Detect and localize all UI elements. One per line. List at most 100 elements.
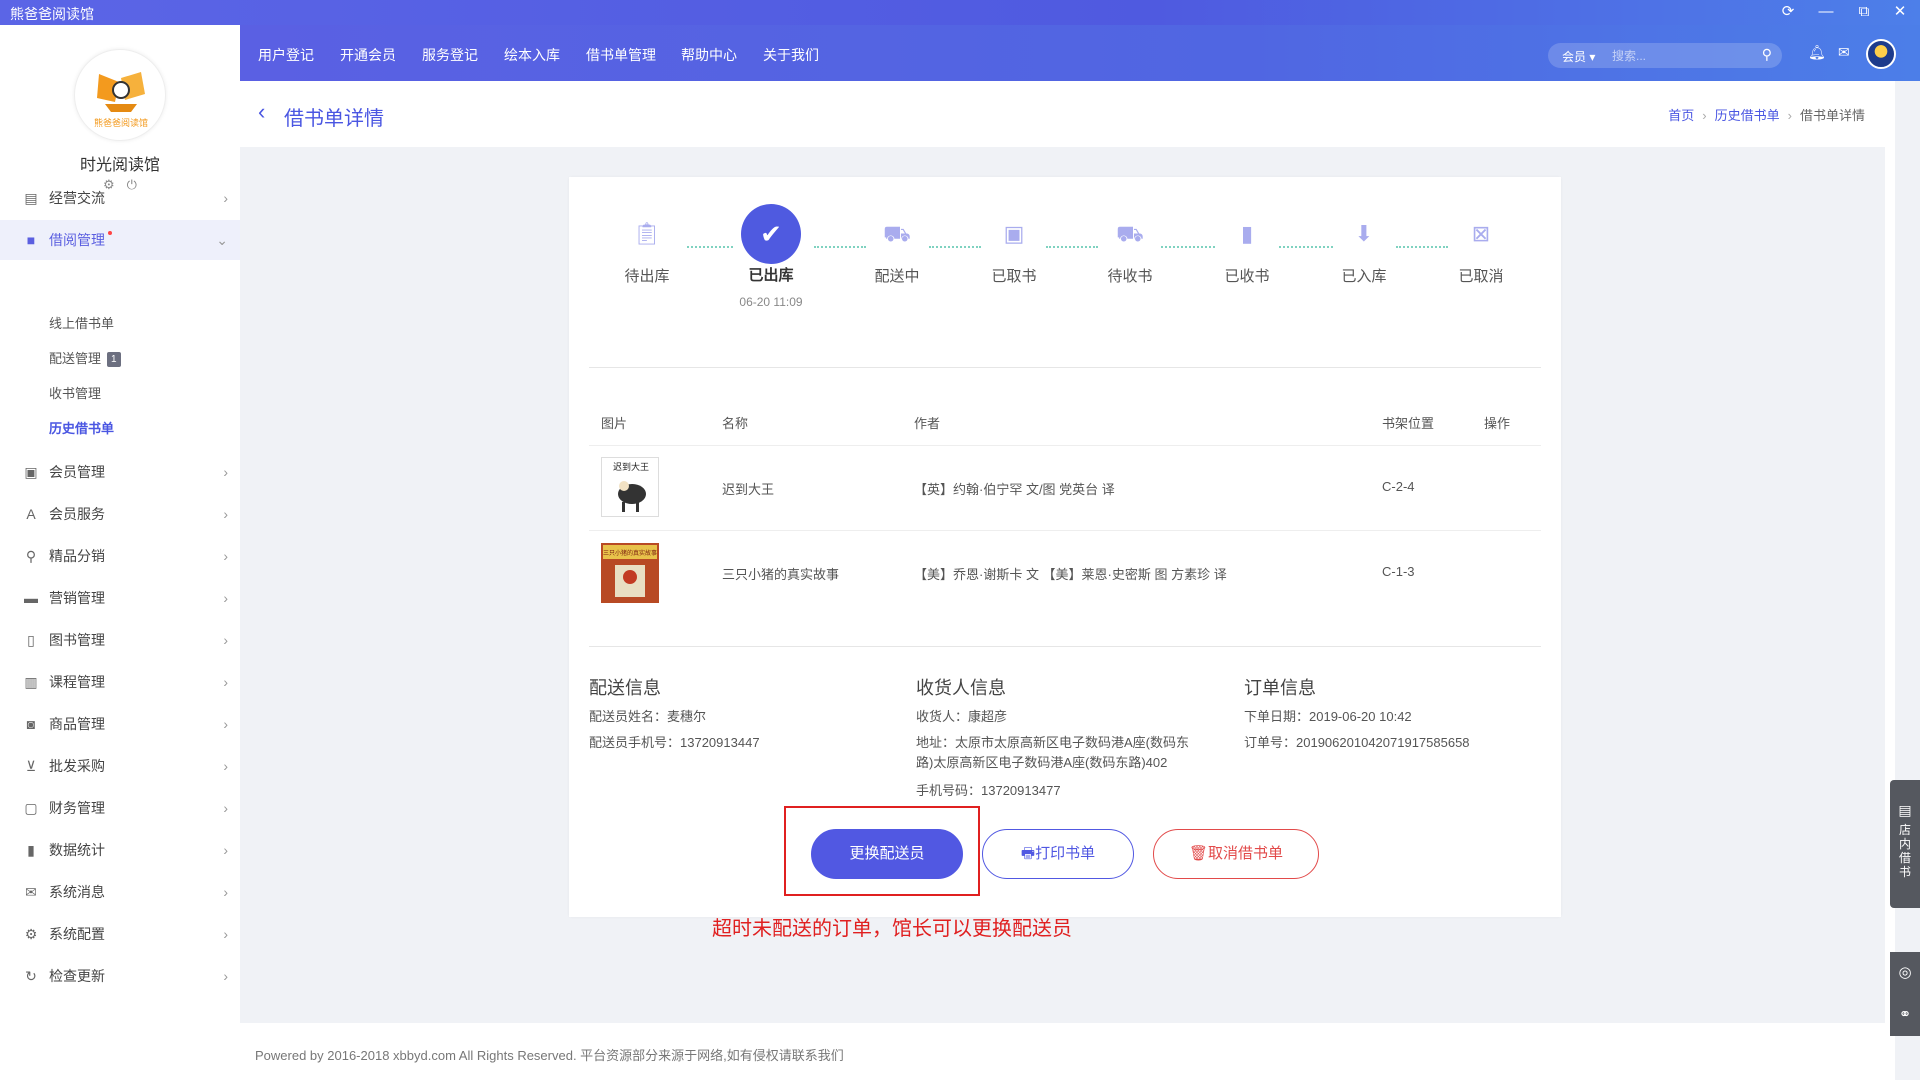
field-value: 20190620104207191758565​8 xyxy=(1296,735,1470,750)
order-detail-card: 📋︎ 待出库 ✔ 已出库 06-20 11:09 ⛟ 配送中 ▣ 已取书 ⛟ 待… xyxy=(569,177,1561,917)
search-input[interactable] xyxy=(1612,46,1742,65)
chevron-right-icon: › xyxy=(223,968,228,984)
truck-icon: ⛟ xyxy=(883,221,911,246)
sidebar-item-products[interactable]: ◙ 商品管理 › xyxy=(0,704,240,744)
sidebar-item-courses[interactable]: ▥ 课程管理 › xyxy=(0,662,240,702)
highlight-box xyxy=(784,806,980,896)
print-order-button[interactable]: 🖶︎打印书单 xyxy=(982,829,1134,879)
sidebar-item-members[interactable]: ▣ 会员管理 › xyxy=(0,452,240,492)
page-title: 借书单详情 xyxy=(284,108,384,130)
sidebar-item-check-update[interactable]: ↻ 检查更新 › xyxy=(0,956,240,996)
sidebar-item-wholesale[interactable]: ⊻ 批发采购 › xyxy=(0,746,240,786)
step-label: 已出库 xyxy=(748,267,794,284)
sidebar-item-label: 图书管理 xyxy=(49,632,105,648)
field-label: 订单号： xyxy=(1244,735,1297,750)
scrollbar[interactable] xyxy=(1885,81,1895,1080)
chevron-right-icon: › xyxy=(223,926,228,942)
courier-phone: 配送员手机号：13720913447 xyxy=(589,733,760,753)
nav-help-center[interactable]: 帮助中心 xyxy=(681,45,737,65)
sidebar-item-messages[interactable]: ✉ 系统消息 › xyxy=(0,872,240,912)
sidebar-item-marketing[interactable]: ▬ 营销管理 › xyxy=(0,578,240,618)
chevron-right-icon: › xyxy=(223,884,228,900)
field-label: 下单日期： xyxy=(1244,709,1310,724)
sidebar-item-label: 课程管理 xyxy=(49,674,105,690)
field-value: 13720913477 xyxy=(981,783,1061,798)
sidebar-item-finance[interactable]: ▢ 财务管理 › xyxy=(0,788,240,828)
chat-icon: ▤ xyxy=(24,190,38,206)
field-label: 手机号码： xyxy=(916,783,982,798)
field-label: 配送员手机号： xyxy=(589,735,681,750)
step-picked-up: ▣ 已取书 xyxy=(974,217,1054,286)
bell-icon[interactable]: 🔔︎ xyxy=(1808,44,1826,61)
back-icon[interactable]: ‹ xyxy=(258,99,265,125)
search-scope-select[interactable]: 会员 ▾ xyxy=(1562,48,1595,65)
nav-picture-book-stock-in[interactable]: 绘本入库 xyxy=(504,45,560,65)
close-icon[interactable]: ✕ xyxy=(1882,1,1918,23)
bookmark-icon: ▮ xyxy=(1240,221,1254,246)
sidebar-item-statistics[interactable]: ▮ 数据统计 › xyxy=(0,830,240,870)
mail-icon[interactable]: ✉ xyxy=(1838,44,1850,61)
maximize-icon[interactable]: ⧉ xyxy=(1846,1,1882,23)
clipboard-icon: 📋︎ xyxy=(633,221,661,246)
link-icon[interactable]: ⚭ xyxy=(1890,994,1920,1036)
field-value: 麦穗尔 xyxy=(667,709,707,724)
sidebar-item-distribution[interactable]: ⚲ 精品分销 › xyxy=(0,536,240,576)
book-author: 【美】乔恩·谢斯卡 文 【美】莱恩·史密斯 图 方素珍 译 xyxy=(914,567,1227,582)
chevron-right-icon: › xyxy=(223,842,228,858)
store-name: 时光阅读馆 xyxy=(79,157,160,174)
in-store-borrow-label: 店内借书 xyxy=(1898,823,1911,879)
cart-icon: ⊻ xyxy=(25,758,37,774)
nav-user-register[interactable]: 用户登记 xyxy=(258,45,314,65)
courier-name: 配送员姓名：麦穗尔 xyxy=(589,707,706,727)
sidebar-item-label: 财务管理 xyxy=(49,800,105,816)
delivery-info-title: 配送信息 xyxy=(589,678,661,698)
sidebar-item-member-service[interactable]: A 会员服务 › xyxy=(0,494,240,534)
nav-open-membership[interactable]: 开通会员 xyxy=(340,45,396,65)
window-titlebar: 熊爸爸阅读馆 ⟳ — ⧉ ✕ xyxy=(0,0,1920,25)
sidebar-subitem-online-orders[interactable]: 线上借书单 xyxy=(49,313,114,332)
picture-book-icon: ▣ xyxy=(1003,221,1025,246)
footer: Powered by 2016-2018 xbbyd.com All Right… xyxy=(240,1023,1885,1080)
sidebar-item-label: 数据统计 xyxy=(49,842,105,858)
field-value: 2019-06-20 10:42 xyxy=(1309,709,1412,724)
refresh-icon[interactable]: ⟳ xyxy=(1770,1,1806,23)
truck-icon: ⛟ xyxy=(1116,221,1144,246)
sidebar-item-business-exchange[interactable]: ▤ 经营交流 › xyxy=(0,178,240,218)
order-number: 订单号：20190620104207191758565​8 xyxy=(1244,733,1470,753)
step-label: 待出库 xyxy=(624,268,670,285)
sidebar-subitem-delivery[interactable]: 配送管理 1 xyxy=(49,348,121,368)
search-icon[interactable]: ⚲ xyxy=(1762,46,1772,63)
nav-borrow-order-management[interactable]: 借书单管理 xyxy=(586,45,656,65)
sidebar-item-label: 系统配置 xyxy=(49,926,105,942)
in-store-borrow-button[interactable]: ▤ 店内借书 xyxy=(1890,780,1920,908)
sidebar-subitem-history[interactable]: 历史借书单 xyxy=(49,418,114,437)
wechat-icon[interactable]: ◎ xyxy=(1890,952,1920,994)
cancel-order-button[interactable]: 🗑︎取消借书单 xyxy=(1153,829,1319,879)
receiver-info-title: 收货人信息 xyxy=(916,678,1006,698)
receiver-name: 收货人：康超彦 xyxy=(916,707,1007,727)
step-label: 已收书 xyxy=(1224,268,1270,285)
network-icon: ⚲ xyxy=(25,548,37,564)
sidebar-item-borrow-management[interactable]: ■ 借阅管理 ⌄ xyxy=(0,220,240,260)
trash-icon: 🗑︎ xyxy=(1188,845,1209,862)
sidebar-item-books[interactable]: ▯ 图书管理 › xyxy=(0,620,240,660)
refresh-icon: ↻ xyxy=(25,968,37,984)
sidebar-subitem-receive[interactable]: 收书管理 xyxy=(49,383,101,402)
nav-service-register[interactable]: 服务登记 xyxy=(422,45,478,65)
avatar[interactable] xyxy=(1866,39,1896,69)
receiver-address: 地址：太原市太原高新区电子数码港A座(数码东 路)太原高新区电子数码港A座(数码东… xyxy=(916,733,1226,773)
step-delivering: ⛟ 配送中 xyxy=(857,217,937,286)
money-icon: ▢ xyxy=(24,800,38,816)
breadcrumb-history[interactable]: 历史借书单 xyxy=(1715,108,1780,123)
sidebar-subitem-label: 配送管理 xyxy=(49,351,102,366)
step-label: 待收书 xyxy=(1107,268,1153,285)
store-logo: 熊爸爸阅读馆 xyxy=(74,49,166,141)
row-divider xyxy=(589,530,1541,531)
nav-about-us[interactable]: 关于我们 xyxy=(763,45,819,65)
minimize-icon[interactable]: — xyxy=(1808,1,1844,23)
breadcrumb-home[interactable]: 首页 xyxy=(1668,108,1694,123)
printer-icon: 🖶︎ xyxy=(1020,845,1036,862)
chevron-right-icon: › xyxy=(223,548,228,564)
step-shipped-out: ✔ 已出库 06-20 11:09 xyxy=(731,204,811,309)
sidebar-item-settings[interactable]: ⚙ 系统配置 › xyxy=(0,914,240,954)
